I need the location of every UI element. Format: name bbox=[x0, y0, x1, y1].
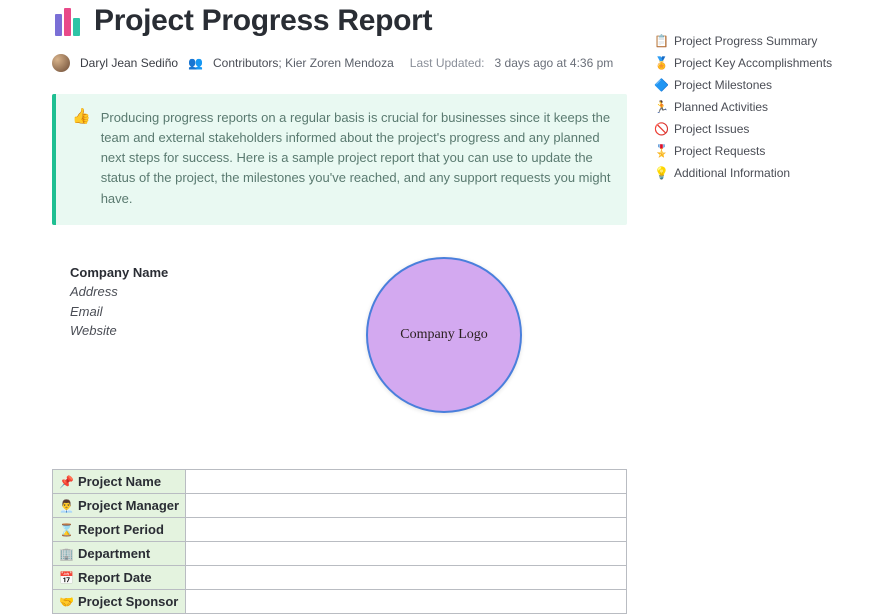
updated-value: 3 days ago at 4:36 pm bbox=[495, 56, 614, 70]
company-address: Address bbox=[70, 282, 627, 302]
toc-label: Project Requests bbox=[674, 144, 765, 158]
toc-item[interactable]: 🚫 Project Issues bbox=[654, 118, 859, 140]
toc-label: Project Milestones bbox=[674, 78, 772, 92]
contributors-label: Contributors bbox=[213, 56, 278, 70]
company-block: Company Name Address Email Website Compa… bbox=[70, 263, 627, 453]
table-row: ⌛ Report Period bbox=[53, 517, 627, 541]
contributors-names: ; Kier Zoren Mendoza bbox=[278, 56, 393, 70]
table-value-cell[interactable] bbox=[186, 469, 627, 493]
toc-label: Project Progress Summary bbox=[674, 34, 817, 48]
company-fields[interactable]: Company Name Address Email Website bbox=[70, 263, 627, 341]
bar-chart-icon bbox=[52, 6, 82, 36]
contributors-block[interactable]: Contributors; Kier Zoren Mendoza bbox=[213, 56, 394, 70]
row-icon: 🤝 bbox=[59, 595, 74, 609]
toc-label: Additional Information bbox=[674, 166, 790, 180]
row-label: Report Date bbox=[78, 570, 152, 585]
company-logo-placeholder[interactable]: Company Logo bbox=[366, 257, 522, 413]
callout-text[interactable]: Producing progress reports on a regular … bbox=[101, 108, 611, 209]
table-value-cell[interactable] bbox=[186, 565, 627, 589]
main-content: Project Progress Report Daryl Jean Sediñ… bbox=[52, 0, 627, 614]
table-key-cell[interactable]: 🏢 Department bbox=[53, 541, 186, 565]
toc-label: Project Issues bbox=[674, 122, 749, 136]
table-key-cell[interactable]: 📌 Project Name bbox=[53, 469, 186, 493]
toc-icon: 🚫 bbox=[654, 122, 668, 136]
toc-icon: 🔷 bbox=[654, 78, 668, 92]
toc-label: Planned Activities bbox=[674, 100, 768, 114]
toc-item[interactable]: 🏃 Planned Activities bbox=[654, 96, 859, 118]
table-row: 👨‍💼 Project Manager bbox=[53, 493, 627, 517]
table-row: 🏢 Department bbox=[53, 541, 627, 565]
toc-item[interactable]: 🔷 Project Milestones bbox=[654, 74, 859, 96]
toc-item[interactable]: 🎖️ Project Requests bbox=[654, 140, 859, 162]
table-key-cell[interactable]: 🤝 Project Sponsor bbox=[53, 589, 186, 613]
toc-label: Project Key Accomplishments bbox=[674, 56, 832, 70]
row-icon: 📌 bbox=[59, 475, 74, 489]
toc-icon: 📋 bbox=[654, 34, 668, 48]
table-row: 📌 Project Name bbox=[53, 469, 627, 493]
meta-row: Daryl Jean Sediño 👥 Contributors; Kier Z… bbox=[52, 54, 627, 72]
contributors-icon: 👥 bbox=[188, 56, 203, 70]
toc-icon: 🏃 bbox=[654, 100, 668, 114]
row-label: Report Period bbox=[78, 522, 164, 537]
table-of-contents: 📋 Project Progress Summary 🏅 Project Key Ac… bbox=[654, 30, 859, 184]
title-row: Project Progress Report bbox=[52, 0, 627, 38]
thumbs-up-icon: 👍 bbox=[72, 108, 91, 209]
row-icon: ⌛ bbox=[59, 523, 74, 537]
author-avatar[interactable] bbox=[52, 54, 70, 72]
company-logo-text: Company Logo bbox=[400, 327, 488, 343]
table-value-cell[interactable] bbox=[186, 517, 627, 541]
table-row: 📅Report Date bbox=[53, 565, 627, 589]
company-name-label: Company Name bbox=[70, 263, 627, 283]
row-label: Project Sponsor bbox=[78, 594, 178, 609]
page-title: Project Progress Report bbox=[94, 4, 432, 38]
row-icon: 🏢 bbox=[59, 547, 74, 561]
table-key-cell[interactable]: 📅Report Date bbox=[53, 565, 186, 589]
project-info-table: 📌 Project Name 👨‍💼 Project Manager ⌛ Report P… bbox=[52, 469, 627, 614]
table-value-cell[interactable] bbox=[186, 493, 627, 517]
table-value-cell[interactable] bbox=[186, 541, 627, 565]
updated-label: Last Updated: bbox=[410, 56, 485, 70]
toc-item[interactable]: 🏅 Project Key Accomplishments bbox=[654, 52, 859, 74]
toc-icon: 🏅 bbox=[654, 56, 668, 70]
row-label: Project Manager bbox=[78, 498, 179, 513]
author-name[interactable]: Daryl Jean Sediño bbox=[80, 56, 178, 70]
intro-callout: 👍 Producing progress reports on a regula… bbox=[52, 94, 627, 225]
table-key-cell[interactable]: ⌛ Report Period bbox=[53, 517, 186, 541]
table-key-cell[interactable]: 👨‍💼 Project Manager bbox=[53, 493, 186, 517]
toc-item[interactable]: 📋 Project Progress Summary bbox=[654, 30, 859, 52]
row-label: Project Name bbox=[78, 474, 161, 489]
company-email: Email bbox=[70, 302, 627, 322]
company-website: Website bbox=[70, 321, 627, 341]
row-icon: 👨‍💼 bbox=[59, 499, 74, 513]
toc-icon: 💡 bbox=[654, 166, 668, 180]
toc-item[interactable]: 💡 Additional Information bbox=[654, 162, 859, 184]
table-value-cell[interactable] bbox=[186, 589, 627, 613]
row-label: Department bbox=[78, 546, 150, 561]
toc-icon: 🎖️ bbox=[654, 144, 668, 158]
table-row: 🤝 Project Sponsor bbox=[53, 589, 627, 613]
